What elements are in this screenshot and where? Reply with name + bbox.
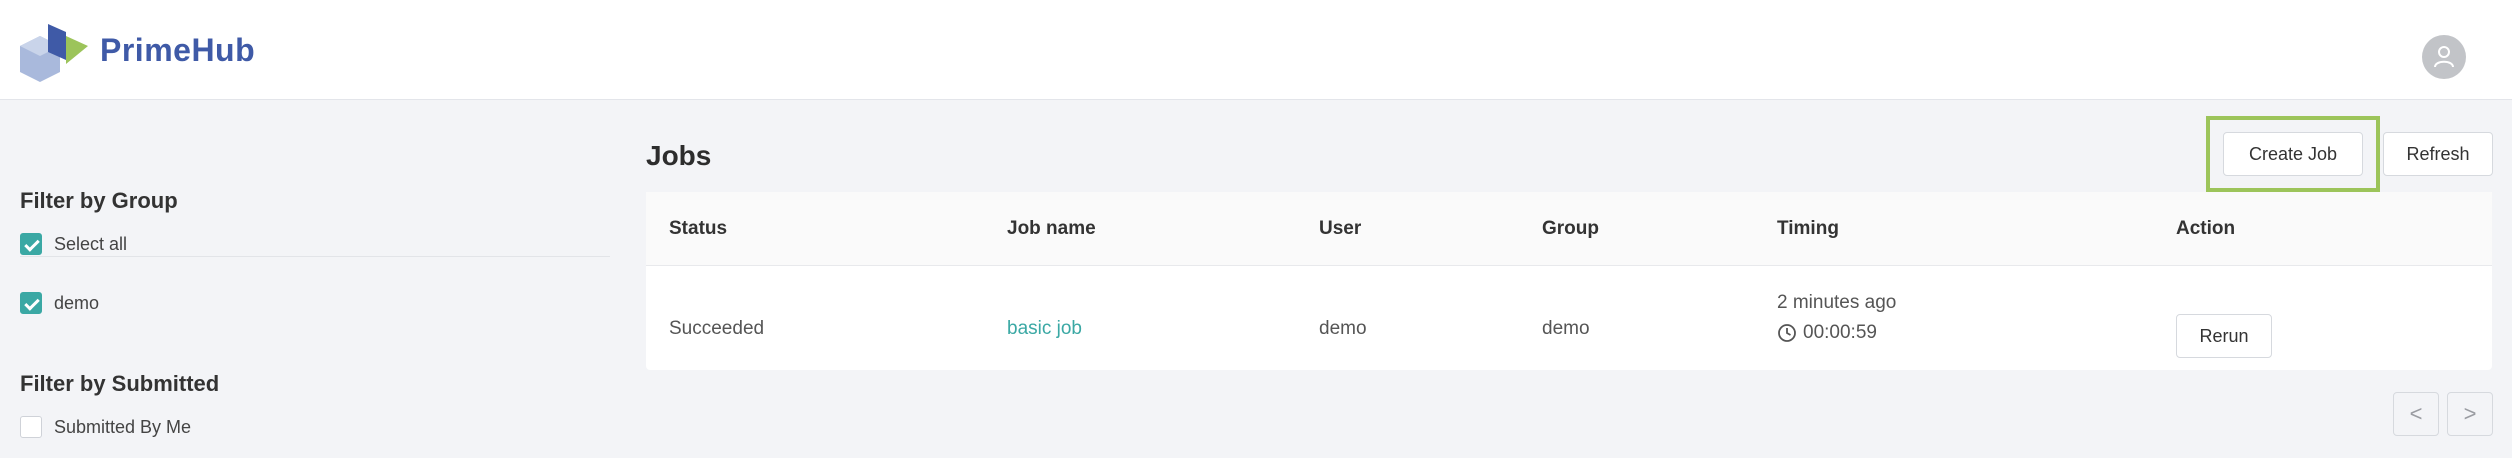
chevron-left-icon: <	[2409, 401, 2423, 426]
page-title: Jobs	[646, 140, 712, 171]
job-status: Succeeded	[669, 318, 765, 339]
job-group: demo	[1542, 318, 1590, 339]
rerun-button[interactable]: Rerun	[2176, 314, 2272, 358]
refresh-button[interactable]: Refresh	[2383, 132, 2493, 176]
table-header: Status Job name User Group Timing Action	[646, 192, 2492, 266]
brand-name[interactable]: PrimeHub	[100, 32, 255, 69]
column-header-status[interactable]: Status	[669, 218, 727, 240]
submitted-by-me-label: Submitted By Me	[54, 416, 192, 437]
jobs-table: Status Job name User Group Timing Action…	[646, 192, 2492, 370]
job-user: demo	[1319, 318, 1367, 339]
chevron-right-icon: >	[2463, 401, 2477, 426]
user-avatar[interactable]	[2422, 35, 2466, 79]
job-timing-relative: 2 minutes ago	[1777, 292, 1897, 313]
column-header-user[interactable]: User	[1319, 218, 1361, 240]
filter-sidebar: Filter by Group Select all demo Filter b…	[0, 100, 620, 458]
group-divider	[20, 256, 610, 257]
filter-by-group-title: Filter by Group	[20, 188, 178, 213]
create-job-button[interactable]: Create Job	[2223, 132, 2363, 176]
column-header-timing[interactable]: Timing	[1777, 218, 1839, 240]
pagination-next-button[interactable]: >	[2447, 392, 2493, 436]
select-all-checkbox-row[interactable]: Select all	[20, 230, 127, 258]
column-header-group[interactable]: Group	[1542, 218, 1599, 240]
column-header-action: Action	[2176, 218, 2236, 239]
jobs-main: Jobs Create Job Refresh Status Job name …	[646, 100, 2493, 458]
group-demo-label: demo	[54, 292, 100, 313]
job-duration: 00:00:59	[1777, 322, 1877, 344]
brand-name-prime: Prime	[100, 32, 192, 68]
primehub-logo-icon	[20, 24, 88, 82]
user-icon	[2434, 46, 2454, 68]
submitted-by-me-checkbox-row[interactable]: Submitted By Me	[20, 413, 191, 441]
group-demo-checkbox-row[interactable]: demo	[20, 289, 99, 317]
job-name-link[interactable]: basic job	[1007, 318, 1082, 340]
brand-name-hub: Hub	[191, 32, 256, 68]
job-duration-value: 00:00:59	[1803, 322, 1877, 343]
app-header: PrimeHub	[0, 0, 2512, 100]
submitted-by-me-checkbox[interactable]	[20, 416, 42, 438]
filter-by-submitted-title: Filter by Submitted	[20, 371, 220, 396]
select-all-checkbox[interactable]	[20, 233, 42, 255]
select-all-label: Select all	[54, 233, 128, 254]
column-header-job-name[interactable]: Job name	[1007, 218, 1096, 240]
clock-icon	[1778, 324, 1796, 342]
pagination-prev-button[interactable]: <	[2393, 392, 2439, 436]
group-demo-checkbox[interactable]	[20, 292, 42, 314]
